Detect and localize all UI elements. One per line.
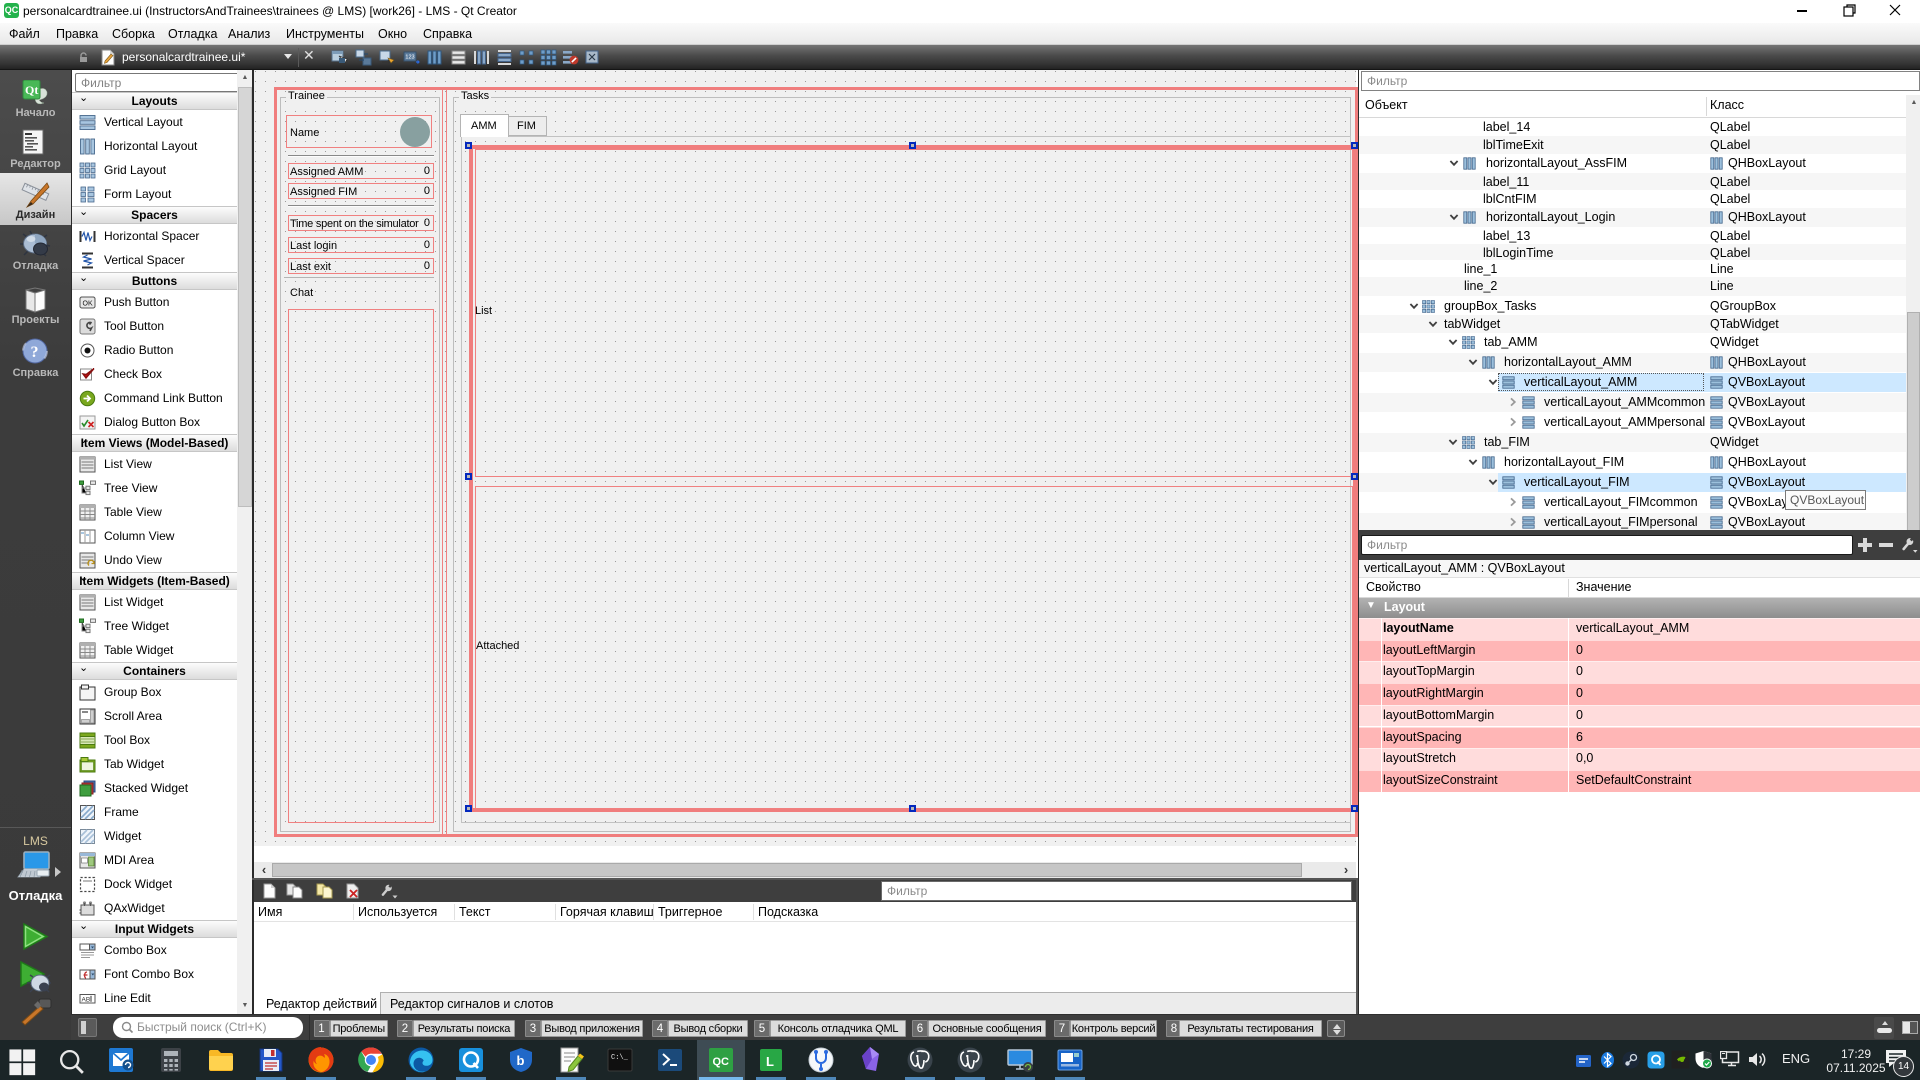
svg-text:?: ? [31,344,39,361]
svg-text:AB: AB [82,996,91,1003]
svg-text:L: L [766,1054,774,1069]
svg-text:Qt: Qt [25,83,38,97]
svg-text:b: b [517,1053,525,1068]
svg-text:123: 123 [405,55,414,61]
svg-text:QC: QC [713,1056,730,1068]
svg-text:C:\_: C:\_ [611,1054,629,1062]
svg-text:OK: OK [83,301,93,308]
